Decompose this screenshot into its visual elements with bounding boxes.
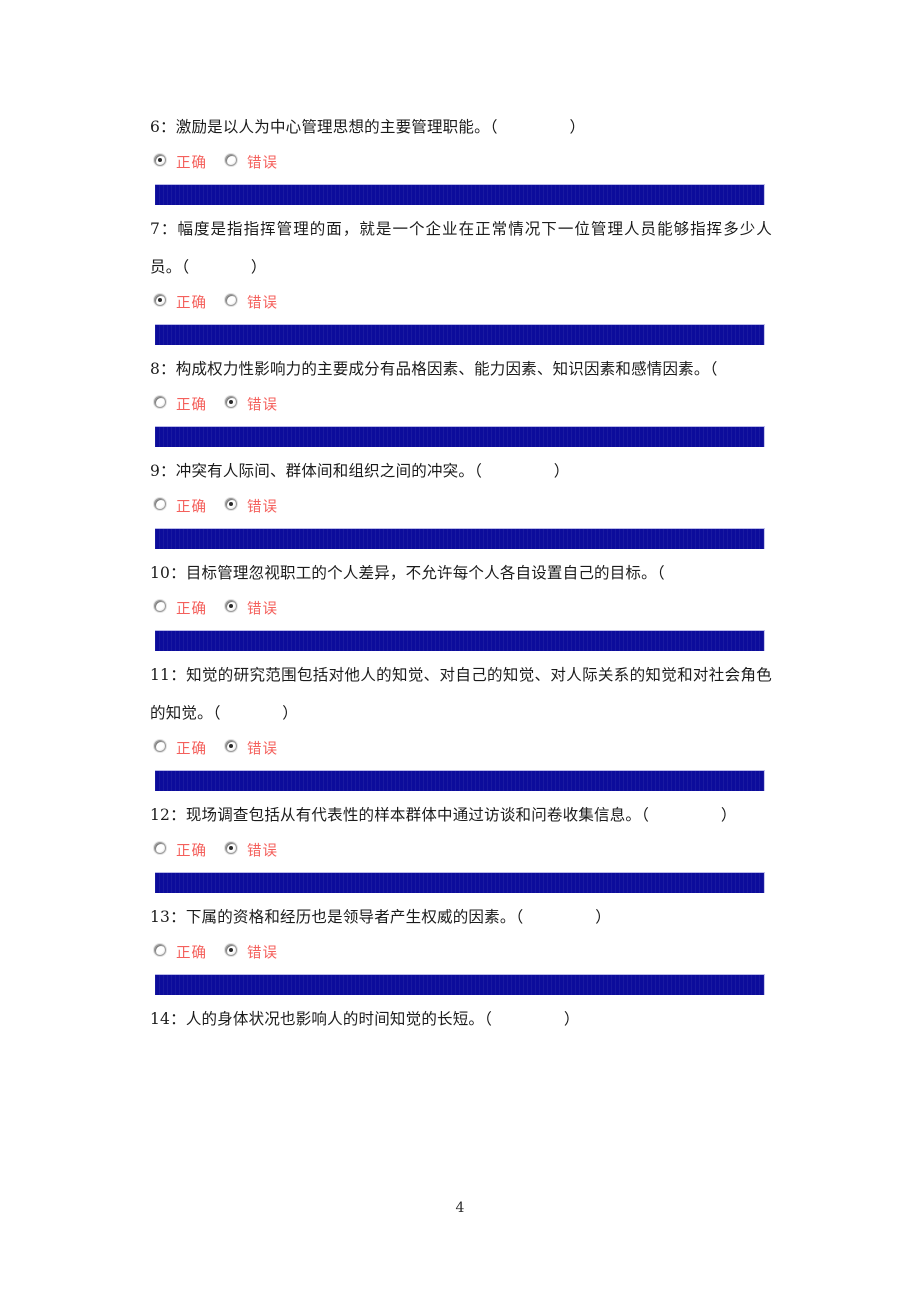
question-block: 12：现场调查包括从有代表性的样本群体中通过访谈和问卷收集信息。（ ） 正确 错误 (148, 796, 772, 898)
selection-bar-row (148, 624, 772, 656)
answer-options: 正确 错误 (148, 836, 772, 866)
option-true[interactable]: 正确 (154, 390, 207, 421)
option-label: 错误 (247, 155, 278, 172)
option-label: 正确 (176, 601, 207, 618)
question-block: 7：幅度是指指挥管理的面，就是一个企业在正常情况下一位管理人员能够指挥多少人员。… (148, 210, 772, 350)
question-text: 9：冲突有人际间、群体间和组织之间的冲突。（ ） (150, 462, 570, 480)
radio-button-icon[interactable] (225, 154, 237, 167)
option-label: 正确 (176, 397, 207, 414)
option-label: 正确 (176, 843, 207, 860)
option-false[interactable]: 错误 (225, 390, 278, 421)
option-label: 正确 (176, 295, 207, 312)
selection-highlight-bar (155, 426, 765, 447)
radio-button-icon[interactable] (225, 944, 237, 957)
option-label: 错误 (247, 945, 278, 962)
selection-highlight-bar (155, 528, 765, 549)
question-text: 10：目标管理忽视职工的个人差异，不允许每个人各自设置自己的目标。（ (150, 564, 665, 582)
question-text: 13：下属的资格和经历也是领导者产生权威的因素。（ ） (150, 908, 611, 926)
radio-button-icon[interactable] (225, 600, 237, 613)
option-label: 错误 (247, 741, 278, 758)
option-label: 错误 (247, 843, 278, 860)
selection-highlight-bar (155, 872, 765, 893)
question-text: 12：现场调查包括从有代表性的样本群体中通过访谈和问卷收集信息。（ ） (150, 806, 737, 824)
option-false[interactable]: 错误 (225, 492, 278, 523)
option-false[interactable]: 错误 (225, 148, 278, 179)
option-label: 错误 (247, 601, 278, 618)
radio-button-icon[interactable] (154, 740, 166, 753)
question-block: 6：激励是以人为中心管理思想的主要管理职能。（ ） 正确 错误 (148, 108, 772, 210)
option-false[interactable]: 错误 (225, 594, 278, 625)
question-block: 8：构成权力性影响力的主要成分有品格因素、能力因素、知识因素和感情因素。（ 正确 错… (148, 350, 772, 452)
option-false[interactable]: 错误 (225, 836, 278, 867)
option-label: 正确 (176, 741, 207, 758)
option-label: 错误 (247, 295, 278, 312)
selection-bar-row (148, 968, 772, 1000)
selection-bar-row (148, 866, 772, 898)
option-label: 错误 (247, 499, 278, 516)
answer-options: 正确 错误 (148, 288, 772, 318)
answer-options: 正确 错误 (148, 390, 772, 420)
option-label: 正确 (176, 155, 207, 172)
radio-button-icon[interactable] (225, 294, 237, 307)
question-block: 14：人的身体状况也影响人的时间知觉的长短。（ ） (148, 1000, 772, 1038)
question-text: 6：激励是以人为中心管理思想的主要管理职能。（ ） (150, 118, 586, 136)
radio-button-icon[interactable] (225, 498, 237, 511)
selection-highlight-bar (155, 770, 765, 791)
option-true[interactable]: 正确 (154, 288, 207, 319)
selection-bar-row (148, 420, 772, 452)
option-label: 正确 (176, 499, 207, 516)
exam-page: 6：激励是以人为中心管理思想的主要管理职能。（ ）正确 错误 7：幅度是指指挥管理的… (0, 0, 920, 1302)
radio-button-icon[interactable] (154, 154, 166, 167)
option-false[interactable]: 错误 (225, 288, 278, 319)
option-true[interactable]: 正确 (154, 492, 207, 523)
option-label: 正确 (176, 945, 207, 962)
selection-highlight-bar (155, 324, 765, 345)
question-text: 7：幅度是指指挥管理的面，就是一个企业在正常情况下一位管理人员能够指挥多少人员。… (150, 220, 772, 276)
radio-button-icon[interactable] (154, 294, 166, 307)
radio-button-icon[interactable] (225, 842, 237, 855)
radio-button-icon[interactable] (154, 944, 166, 957)
radio-button-icon[interactable] (154, 842, 166, 855)
selection-bar-row (148, 764, 772, 796)
question-block: 13：下属的资格和经历也是领导者产生权威的因素。（ ） 正确 错误 (148, 898, 772, 1000)
question-text: 14：人的身体状况也影响人的时间知觉的长短。（ ） (150, 1010, 580, 1028)
answer-options: 正确 错误 (148, 148, 772, 178)
answer-options: 正确 错误 (148, 938, 772, 968)
answer-options: 正确 错误 (148, 594, 772, 624)
selection-bar-row (148, 318, 772, 350)
answer-options: 正确 错误 (148, 492, 772, 522)
radio-button-icon[interactable] (154, 396, 166, 409)
option-true[interactable]: 正确 (154, 594, 207, 625)
selection-highlight-bar (155, 974, 765, 995)
question-block: 10：目标管理忽视职工的个人差异，不允许每个人各自设置自己的目标。（ 正确 错误 (148, 554, 772, 656)
question-block: 11：知觉的研究范围包括对他人的知觉、对自己的知觉、对人际关系的知觉和对社会角色… (148, 656, 772, 796)
question-list: 6：激励是以人为中心管理思想的主要管理职能。（ ）正确 错误 7：幅度是指指挥管理的… (148, 108, 772, 1038)
option-true[interactable]: 正确 (154, 836, 207, 867)
option-true[interactable]: 正确 (154, 938, 207, 969)
radio-button-icon[interactable] (225, 396, 237, 409)
selection-highlight-bar (155, 630, 765, 651)
selection-highlight-bar (155, 184, 765, 205)
selection-bar-row (148, 522, 772, 554)
page-number: 4 (455, 1200, 465, 1216)
option-label: 错误 (247, 397, 278, 414)
radio-button-icon[interactable] (154, 498, 166, 511)
option-true[interactable]: 正确 (154, 734, 207, 765)
answer-options: 正确 错误 (148, 734, 772, 764)
option-true[interactable]: 正确 (154, 148, 207, 179)
question-block: 9：冲突有人际间、群体间和组织之间的冲突。（ ） 正确 错误 (148, 452, 772, 554)
selection-bar-row (148, 178, 772, 210)
option-false[interactable]: 错误 (225, 734, 278, 765)
radio-button-icon[interactable] (225, 740, 237, 753)
question-text: 8：构成权力性影响力的主要成分有品格因素、能力因素、知识因素和感情因素。（ (150, 360, 718, 378)
option-false[interactable]: 错误 (225, 938, 278, 969)
radio-button-icon[interactable] (154, 600, 166, 613)
question-text: 11：知觉的研究范围包括对他人的知觉、对自己的知觉、对人际关系的知觉和对社会角色… (150, 666, 772, 722)
